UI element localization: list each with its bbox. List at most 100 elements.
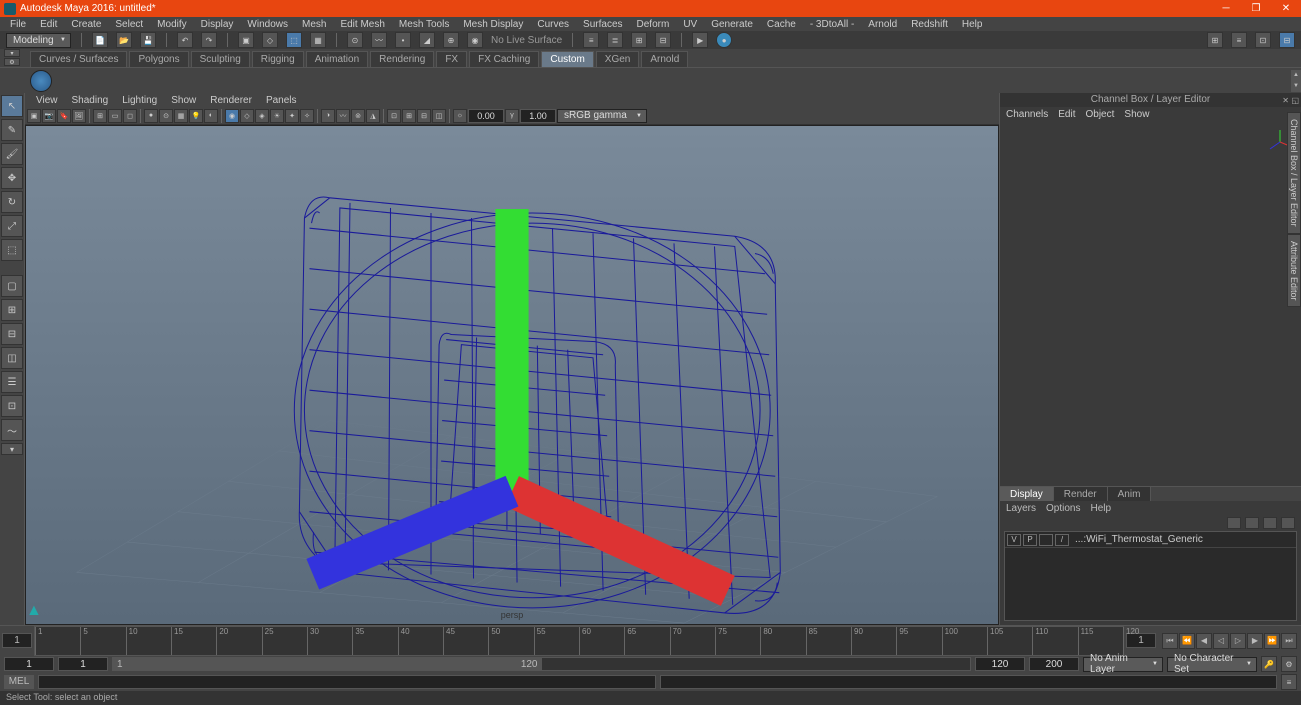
vp-light-icon[interactable]: 💡 [189,109,203,123]
close-button[interactable]: ✕ [1271,0,1301,17]
step-back-icon[interactable]: ◀ [1196,633,1212,649]
vp-wire-icon[interactable]: ⊙ [159,109,173,123]
side-tab-attreditor[interactable]: Attribute Editor [1287,234,1301,308]
play-fwd-icon[interactable]: ▷ [1230,633,1246,649]
select-mode-icon[interactable]: ▣ [238,32,254,48]
vp-snap2-icon[interactable]: ⊞ [402,109,416,123]
side-tab-channelbox[interactable]: Channel Box / Layer Editor [1287,112,1301,234]
gamma-input[interactable]: 1.00 [520,109,556,123]
menu-redshift[interactable]: Redshift [905,19,954,30]
layout-single[interactable]: ▢ [1,275,23,297]
panel-menu-shading[interactable]: Shading [67,95,114,106]
range-track[interactable]: 1120 [112,657,971,671]
menu-file[interactable]: File [4,19,32,30]
range-start-outer[interactable] [4,657,54,671]
menu-mesh-display[interactable]: Mesh Display [457,19,529,30]
time-ticks[interactable]: 1510152025303540455055606570758085909510… [34,626,1124,656]
step-back-key-icon[interactable]: ⏪ [1179,633,1195,649]
snap-curve-icon[interactable]: 〰 [371,32,387,48]
rotate-tool[interactable]: ↻ [1,191,23,213]
autokey-icon[interactable]: 🔑 [1261,656,1277,672]
history4-icon[interactable]: ⊟ [655,32,671,48]
paint-tool[interactable]: 🖌 [1,143,23,165]
paint-select-icon[interactable]: ⬚ [286,32,302,48]
vp-light3-icon[interactable]: ✦ [285,109,299,123]
vp-shade-icon[interactable]: ● [144,109,158,123]
ui-toggle2-icon[interactable]: ≡ [1231,32,1247,48]
redo-icon[interactable]: ↷ [201,32,217,48]
menu-curves[interactable]: Curves [531,19,575,30]
range-end[interactable] [975,657,1025,671]
menu-create[interactable]: Create [65,19,107,30]
open-scene-icon[interactable]: 📂 [116,32,132,48]
prefs-icon[interactable]: ⚙ [1281,656,1297,672]
menu-edit[interactable]: Edit [34,19,63,30]
shelf-edit-icon[interactable]: ⚙ [4,58,20,66]
anim-layer-dropdown[interactable]: No Anim Layer [1083,657,1163,672]
layout-outliner[interactable]: ☰ [1,371,23,393]
layer-type[interactable]: / [1055,534,1069,546]
shelf-item-sphere[interactable] [30,70,52,92]
scale-tool[interactable]: ⤢ [1,215,23,237]
goto-end-icon[interactable]: ⏭ [1281,633,1297,649]
shelf-tab-rendering[interactable]: Rendering [370,51,434,67]
layout-two-h[interactable]: ⊟ [1,323,23,345]
shelf-tab-polygons[interactable]: Polygons [129,51,188,67]
layer-menu-options[interactable]: Options [1046,503,1080,514]
shelf-menu-icon[interactable]: ▾ [4,49,20,57]
menu-cache[interactable]: Cache [761,19,802,30]
undock-icon[interactable]: ◱ [1291,94,1299,107]
layout-more[interactable]: ▾ [1,443,23,455]
menu-arnold[interactable]: Arnold [862,19,903,30]
ui-toggle4-icon[interactable]: ⊟ [1279,32,1295,48]
last-tool[interactable]: ⬚ [1,239,23,261]
snap-live-icon[interactable]: ◉ [467,32,483,48]
shelf-tab-arnold[interactable]: Arnold [641,51,688,67]
panel-menu-lighting[interactable]: Lighting [117,95,162,106]
viewport[interactable]: persp ▲ [25,125,999,625]
range-start[interactable] [58,657,108,671]
render-icon[interactable]: ▶ [692,32,708,48]
layer-vis[interactable]: V [1007,534,1021,546]
close-panel-icon[interactable]: ✕ [1282,94,1289,107]
layer-menu-help[interactable]: Help [1090,503,1111,514]
menu-deform[interactable]: Deform [631,19,676,30]
vp-grid-icon[interactable]: ⊞ [93,109,107,123]
vp-camera-icon[interactable]: 📷 [42,109,56,123]
layout-graph[interactable]: 〜 [1,419,23,441]
panel-menu-panels[interactable]: Panels [261,95,302,106]
vp-snap4-icon[interactable]: ◫ [432,109,446,123]
shelf-tab-curves-surfaces[interactable]: Curves / Surfaces [30,51,127,67]
range-end-outer[interactable] [1029,657,1079,671]
vp-snap1-icon[interactable]: ⊡ [387,109,401,123]
colorspace-dropdown[interactable]: sRGB gamma [557,109,647,123]
snap-point-icon[interactable]: • [395,32,411,48]
vp-film-icon[interactable]: ▭ [108,109,122,123]
panel-menu-show[interactable]: Show [166,95,201,106]
vp-snap3-icon[interactable]: ⊟ [417,109,431,123]
ui-toggle3-icon[interactable]: ⊡ [1255,32,1271,48]
menu-select[interactable]: Select [109,19,149,30]
vp-bookmark-icon[interactable]: 🔖 [57,109,71,123]
cmd-input[interactable] [38,675,656,689]
menu-generate[interactable]: Generate [705,19,759,30]
step-fwd-key-icon[interactable]: ⏩ [1264,633,1280,649]
shelf-tab-fx-caching[interactable]: FX Caching [469,51,539,67]
layer-tab-display[interactable]: Display [1000,487,1054,501]
move-tool[interactable]: ✥ [1,167,23,189]
cmd-lang[interactable]: MEL [4,675,34,689]
vp-isolate-icon[interactable]: ◉ [225,109,239,123]
vp-gamma-icon[interactable]: γ [505,109,519,123]
shelf-scroll[interactable]: ▲▼ [1291,70,1301,92]
layout-four[interactable]: ⊞ [1,299,23,321]
vp-xray-icon[interactable]: ◇ [240,109,254,123]
shelf-tab-rigging[interactable]: Rigging [252,51,304,67]
vp-exposure-icon[interactable]: ☼ [453,109,467,123]
minimize-button[interactable]: ─ [1211,0,1241,17]
vp-select-icon[interactable]: ▣ [27,109,41,123]
time-current-start[interactable]: 1 [2,633,32,648]
layer-ref[interactable] [1039,534,1053,546]
menu-modify[interactable]: Modify [151,19,192,30]
layer-tab-anim[interactable]: Anim [1108,487,1152,501]
layer-btn3-icon[interactable] [1263,517,1277,529]
